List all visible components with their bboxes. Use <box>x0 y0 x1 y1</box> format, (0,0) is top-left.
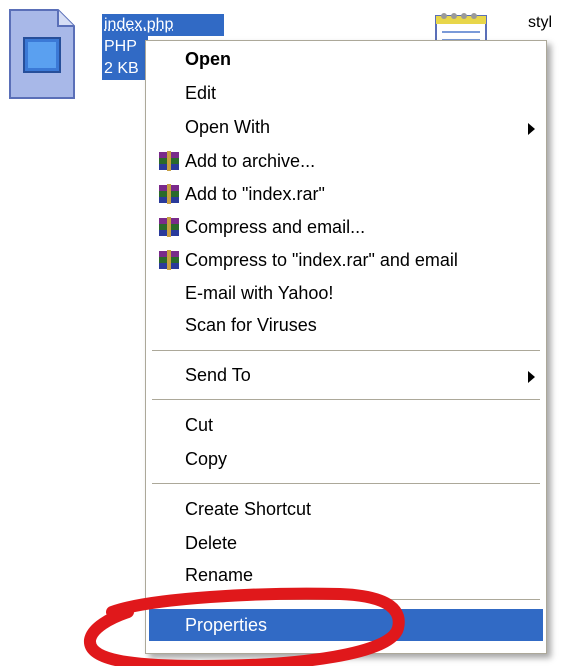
menu-item-add-to-index-rar[interactable]: Add to "index.rar" <box>149 178 543 210</box>
menu-item-copy[interactable]: Copy <box>149 443 543 475</box>
context-menu: Open Edit Open With Add to archive... Ad… <box>145 40 547 654</box>
explorer-window: index.php PHP 2 KB styl as KI Open Edit … <box>0 0 563 666</box>
menu-separator <box>152 483 540 484</box>
menu-separator <box>152 350 540 351</box>
winrar-icon <box>159 184 179 204</box>
menu-item-add-to-archive[interactable]: Add to archive... <box>149 145 543 177</box>
menu-item-label: Open <box>185 49 232 69</box>
menu-item-label: E-mail with Yahoo! <box>185 283 334 303</box>
neighbor-file-name: styl <box>528 14 552 31</box>
menu-item-compress-to-rar-and-email[interactable]: Compress to "index.rar" and email <box>149 244 543 276</box>
menu-item-create-shortcut[interactable]: Create Shortcut <box>149 493 543 525</box>
menu-item-properties[interactable]: Properties <box>149 609 543 641</box>
submenu-arrow-icon <box>528 123 535 135</box>
file-name: index.php <box>102 14 224 36</box>
winrar-icon <box>159 151 179 171</box>
menu-item-label: Add to archive... <box>185 151 316 171</box>
winrar-icon <box>159 217 179 237</box>
menu-item-edit[interactable]: Edit <box>149 77 543 109</box>
menu-item-label: Open With <box>185 117 271 137</box>
file-type: PHP <box>102 36 148 58</box>
menu-item-label: Delete <box>185 533 238 553</box>
menu-item-label: Add to "index.rar" <box>185 184 325 204</box>
menu-item-label: Cut <box>185 415 214 435</box>
menu-item-label: Scan for Viruses <box>185 315 317 335</box>
menu-item-open[interactable]: Open <box>149 43 543 75</box>
menu-separator <box>152 599 540 600</box>
menu-item-send-to[interactable]: Send To <box>149 359 543 391</box>
menu-item-open-with[interactable]: Open With <box>149 111 543 143</box>
menu-item-compress-and-email[interactable]: Compress and email... <box>149 211 543 243</box>
menu-item-email-with-yahoo[interactable]: E-mail with Yahoo! <box>149 277 543 309</box>
menu-item-label: Properties <box>185 615 268 635</box>
menu-item-label: Send To <box>185 365 251 385</box>
menu-item-label: Compress to "index.rar" and email <box>185 250 458 270</box>
file-size: 2 KB <box>102 58 148 80</box>
menu-item-scan-for-viruses[interactable]: Scan for Viruses <box>149 309 543 341</box>
menu-item-rename[interactable]: Rename <box>149 559 543 591</box>
menu-item-label: Copy <box>185 449 228 469</box>
submenu-arrow-icon <box>528 371 535 383</box>
menu-item-label: Create Shortcut <box>185 499 312 519</box>
menu-item-delete[interactable]: Delete <box>149 527 543 559</box>
menu-separator <box>152 399 540 400</box>
winrar-icon <box>159 250 179 270</box>
php-file-icon[interactable] <box>8 8 76 100</box>
menu-item-label: Compress and email... <box>185 217 366 237</box>
menu-item-label: Edit <box>185 83 217 103</box>
menu-item-label: Rename <box>185 565 254 585</box>
menu-item-cut[interactable]: Cut <box>149 409 543 441</box>
